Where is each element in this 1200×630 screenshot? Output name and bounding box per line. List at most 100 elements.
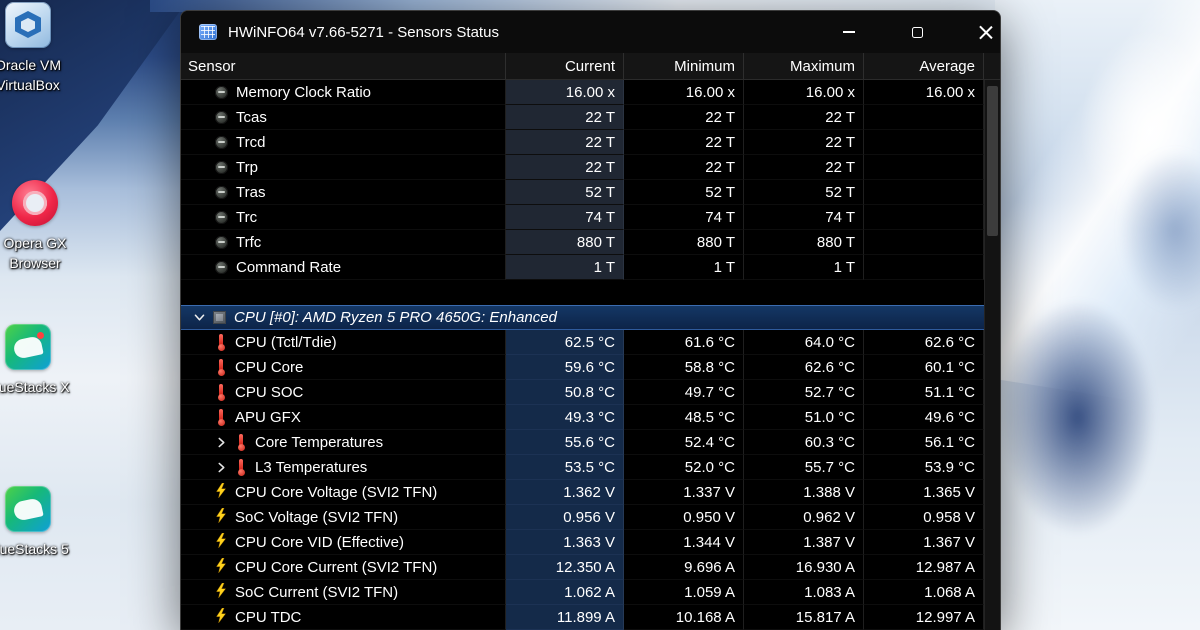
sensor-name-cell: CPU Core VID (Effective) [181, 530, 506, 555]
sensor-group-header[interactable]: CPU [#0]: AMD Ryzen 5 PRO 4650G: Enhance… [181, 305, 984, 330]
lightning-icon [215, 608, 227, 627]
memory-icon [215, 86, 228, 99]
lightning-icon [215, 508, 227, 527]
sensor-name-cell: Tcas [181, 105, 506, 130]
value-cur: 50.8 °C [506, 380, 624, 405]
sensor-name-cell: Core Temperatures [181, 430, 506, 455]
value-min: 49.7 °C [624, 380, 744, 405]
bluestacks-5-icon [5, 486, 51, 532]
maximize-button[interactable] [883, 11, 951, 53]
desktop-icon-virtualbox[interactable]: Oracle VM VirtualBox [0, 2, 78, 95]
value-min: 22 T [624, 105, 744, 130]
row-spacer [181, 280, 984, 305]
value-min: 48.5 °C [624, 405, 744, 430]
sensor-row[interactable]: CPU (Tctl/Tdie)62.5 °C61.6 °C64.0 °C62.6… [181, 330, 984, 355]
value-max: 16.00 x [744, 80, 864, 105]
value-min: 22 T [624, 130, 744, 155]
column-header-average[interactable]: Average [864, 53, 984, 79]
sensor-row[interactable]: CPU Core59.6 °C58.8 °C62.6 °C60.1 °C [181, 355, 984, 380]
desktop-icon-label: Oracle VM VirtualBox [0, 55, 78, 95]
sensor-row[interactable]: APU GFX49.3 °C48.5 °C51.0 °C49.6 °C [181, 405, 984, 430]
memory-icon [215, 161, 228, 174]
value-cur: 12.350 A [506, 555, 624, 580]
value-avg [864, 180, 984, 205]
memory-icon [215, 136, 228, 149]
sensor-row[interactable]: CPU Core Voltage (SVI2 TFN)1.362 V1.337 … [181, 480, 984, 505]
wallpaper-hair-streak [972, 0, 1200, 419]
sensor-label: Command Rate [236, 259, 341, 276]
minimize-button[interactable] [815, 11, 883, 53]
value-cur: 16.00 x [506, 80, 624, 105]
desktop-icon-bluestacks-5[interactable]: BlueStacks 5 [0, 486, 78, 559]
column-header-sensor[interactable]: Sensor [181, 53, 506, 79]
close-button[interactable] [951, 11, 1001, 53]
sensor-row[interactable]: Trp22 T22 T22 T [181, 155, 984, 180]
sensor-label: APU GFX [235, 409, 301, 426]
sensor-row[interactable]: SoC Voltage (SVI2 TFN)0.956 V0.950 V0.96… [181, 505, 984, 530]
sensor-table-body: Memory Clock Ratio16.00 x16.00 x16.00 x1… [181, 80, 1000, 630]
wallpaper-navy-blob-2 [1120, 150, 1200, 310]
value-min: 880 T [624, 230, 744, 255]
thermometer-icon [215, 334, 227, 351]
sensor-name-cell: CPU Core Voltage (SVI2 TFN) [181, 480, 506, 505]
sensor-row[interactable]: Trfc880 T880 T880 T [181, 230, 984, 255]
sensor-label: CPU Core Voltage (SVI2 TFN) [235, 484, 437, 501]
value-min: 74 T [624, 205, 744, 230]
sensor-row[interactable]: Memory Clock Ratio16.00 x16.00 x16.00 x1… [181, 80, 984, 105]
hwinfo-app-icon [199, 24, 217, 40]
expand-chevron-icon[interactable] [215, 437, 227, 448]
collapse-chevron-icon[interactable] [193, 313, 205, 322]
value-min: 16.00 x [624, 80, 744, 105]
value-cur: 1 T [506, 255, 624, 280]
sensor-row[interactable]: Command Rate1 T1 T1 T [181, 255, 984, 280]
column-header-minimum[interactable]: Minimum [624, 53, 744, 79]
value-max: 51.0 °C [744, 405, 864, 430]
opera-gx-icon [12, 180, 58, 226]
titlebar[interactable]: HWiNFO64 v7.66-5271 - Sensors Status [181, 11, 1000, 53]
sensor-row[interactable]: Trc74 T74 T74 T [181, 205, 984, 230]
sensor-row[interactable]: CPU Core Current (SVI2 TFN)12.350 A9.696… [181, 555, 984, 580]
desktop-icon-bluestacks-x[interactable]: BlueStacks X [0, 324, 78, 397]
bluestacks-x-icon [5, 324, 51, 370]
sensor-row[interactable]: L3 Temperatures53.5 °C52.0 °C55.7 °C53.9… [181, 455, 984, 480]
desktop-icon-label: Opera GX Browser [0, 233, 85, 273]
value-cur: 62.5 °C [506, 330, 624, 355]
window-title: HWiNFO64 v7.66-5271 - Sensors Status [228, 24, 499, 41]
sensor-name-cell: Tras [181, 180, 506, 205]
sensor-row[interactable]: Tcas22 T22 T22 T [181, 105, 984, 130]
sensor-name-cell: CPU SOC [181, 380, 506, 405]
value-max: 22 T [744, 155, 864, 180]
value-avg: 12.987 A [864, 555, 984, 580]
sensor-label: CPU (Tctl/Tdie) [235, 334, 337, 351]
lightning-icon [215, 583, 227, 602]
value-max: 1 T [744, 255, 864, 280]
vertical-scrollbar[interactable] [984, 80, 1000, 630]
sensor-row[interactable]: CPU Core VID (Effective)1.363 V1.344 V1.… [181, 530, 984, 555]
sensor-row[interactable]: SoC Current (SVI2 TFN)1.062 A1.059 A1.08… [181, 580, 984, 605]
expand-chevron-icon[interactable] [215, 462, 227, 473]
desktop-icon-opera-gx[interactable]: Opera GX Browser [0, 180, 85, 273]
value-min: 58.8 °C [624, 355, 744, 380]
value-avg [864, 105, 984, 130]
value-max: 52.7 °C [744, 380, 864, 405]
lightning-icon [215, 483, 227, 502]
sensor-row[interactable]: CPU SOC50.8 °C49.7 °C52.7 °C51.1 °C [181, 380, 984, 405]
bluestacks-swirl [12, 497, 43, 521]
value-avg: 62.6 °C [864, 330, 984, 355]
sensor-row[interactable]: CPU TDC11.899 A10.168 A15.817 A12.997 A [181, 605, 984, 630]
sensor-label: SoC Voltage (SVI2 TFN) [235, 509, 398, 526]
value-cur: 11.899 A [506, 605, 624, 630]
sensor-row[interactable]: Core Temperatures55.6 °C52.4 °C60.3 °C56… [181, 430, 984, 455]
lightning-icon [215, 533, 227, 552]
value-min: 1.059 A [624, 580, 744, 605]
value-min: 10.168 A [624, 605, 744, 630]
column-header-maximum[interactable]: Maximum [744, 53, 864, 79]
value-avg: 1.068 A [864, 580, 984, 605]
column-header-current[interactable]: Current [506, 53, 624, 79]
sensor-row[interactable]: Tras52 T52 T52 T [181, 180, 984, 205]
scrollbar-thumb[interactable] [987, 86, 998, 236]
sensor-row[interactable]: Trcd22 T22 T22 T [181, 130, 984, 155]
maximize-icon [912, 27, 923, 38]
value-avg [864, 255, 984, 280]
value-cur: 1.062 A [506, 580, 624, 605]
